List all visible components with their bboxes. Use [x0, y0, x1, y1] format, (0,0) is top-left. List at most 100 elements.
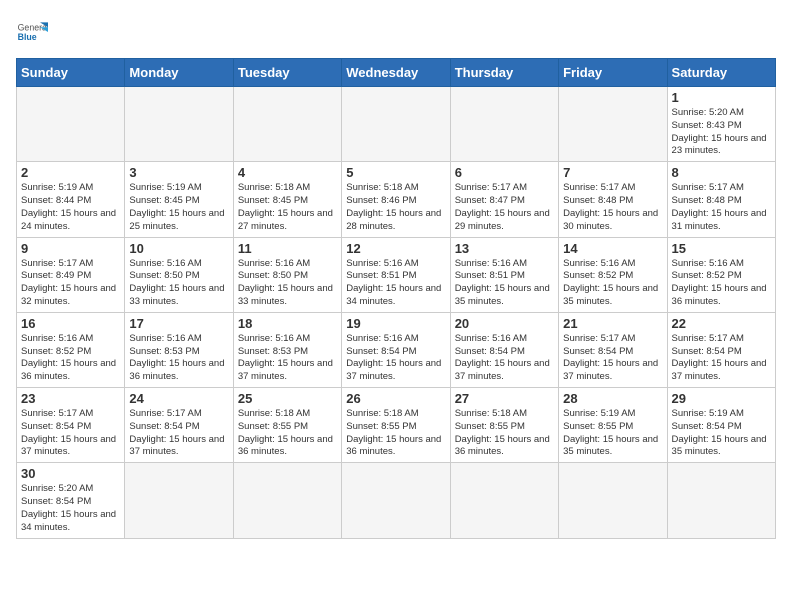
calendar-cell: 30 Sunrise: 5:20 AM Sunset: 8:54 PM Dayli… [17, 463, 125, 538]
calendar-cell [342, 463, 450, 538]
day-number: 8 [672, 165, 771, 180]
calendar-cell: 3Sunrise: 5:19 AM Sunset: 8:45 PM Daylig… [125, 162, 233, 237]
day-number: 5 [346, 165, 445, 180]
day-info: Sunrise: 5:17 AM Sunset: 8:54 PM Dayligh… [563, 333, 662, 384]
weekday-header-row: SundayMondayTuesdayWednesdayThursdayFrid… [17, 59, 776, 87]
weekday-header-tuesday: Tuesday [233, 59, 341, 87]
day-number: 7 [563, 165, 662, 180]
day-info: Sunrise: 5:18 AM Sunset: 8:55 PM Dayligh… [455, 408, 554, 459]
calendar-cell: 15 Sunrise: 5:16 AM Sunset: 8:52 PM Dayli… [667, 237, 775, 312]
weekday-header-sunday: Sunday [17, 59, 125, 87]
calendar-week-4: 23 Sunrise: 5:17 AM Sunset: 8:54 PM Dayli… [17, 388, 776, 463]
calendar-cell: 14 Sunrise: 5:16 AM Sunset: 8:52 PM Dayli… [559, 237, 667, 312]
calendar-cell: 19 Sunrise: 5:16 AM Sunset: 8:54 PM Dayli… [342, 312, 450, 387]
day-info: Sunrise: 5:18 AM Sunset: 8:45 PM Dayligh… [238, 182, 337, 233]
day-number: 9 [21, 241, 120, 256]
day-info: Sunrise: 5:16 AM Sunset: 8:50 PM Dayligh… [238, 258, 337, 309]
day-info: Sunrise: 5:18 AM Sunset: 8:55 PM Dayligh… [346, 408, 445, 459]
day-info: Sunrise: 5:16 AM Sunset: 8:52 PM Dayligh… [672, 258, 771, 309]
calendar-cell: 21 Sunrise: 5:17 AM Sunset: 8:54 PM Dayli… [559, 312, 667, 387]
day-number: 21 [563, 316, 662, 331]
calendar-week-2: 9 Sunrise: 5:17 AM Sunset: 8:49 PM Daylig… [17, 237, 776, 312]
calendar-cell: 29 Sunrise: 5:19 AM Sunset: 8:54 PM Dayli… [667, 388, 775, 463]
calendar-cell: 23 Sunrise: 5:17 AM Sunset: 8:54 PM Dayli… [17, 388, 125, 463]
day-number: 26 [346, 391, 445, 406]
calendar-cell: 8Sunrise: 5:17 AM Sunset: 8:48 PM Daylig… [667, 162, 775, 237]
day-number: 2 [21, 165, 120, 180]
calendar-cell: 11 Sunrise: 5:16 AM Sunset: 8:50 PM Dayli… [233, 237, 341, 312]
day-number: 24 [129, 391, 228, 406]
day-number: 19 [346, 316, 445, 331]
day-number: 10 [129, 241, 228, 256]
calendar-week-3: 16Sunrise: 5:16 AM Sunset: 8:52 PM Dayli… [17, 312, 776, 387]
calendar-cell: 4 Sunrise: 5:18 AM Sunset: 8:45 PM Daylig… [233, 162, 341, 237]
calendar-cell: 28 Sunrise: 5:19 AM Sunset: 8:55 PM Dayli… [559, 388, 667, 463]
calendar-cell: 10 Sunrise: 5:16 AM Sunset: 8:50 PM Dayli… [125, 237, 233, 312]
calendar-cell: 6 Sunrise: 5:17 AM Sunset: 8:47 PM Daylig… [450, 162, 558, 237]
calendar-cell [667, 463, 775, 538]
calendar-cell: 22 Sunrise: 5:17 AM Sunset: 8:54 PM Dayli… [667, 312, 775, 387]
calendar-cell: 5 Sunrise: 5:18 AM Sunset: 8:46 PM Daylig… [342, 162, 450, 237]
calendar-cell: 20Sunrise: 5:16 AM Sunset: 8:54 PM Dayli… [450, 312, 558, 387]
weekday-header-wednesday: Wednesday [342, 59, 450, 87]
day-info: Sunrise: 5:17 AM Sunset: 8:49 PM Dayligh… [21, 258, 120, 309]
day-number: 15 [672, 241, 771, 256]
day-info: Sunrise: 5:18 AM Sunset: 8:46 PM Dayligh… [346, 182, 445, 233]
day-info: Sunrise: 5:17 AM Sunset: 8:47 PM Dayligh… [455, 182, 554, 233]
calendar-cell: 27Sunrise: 5:18 AM Sunset: 8:55 PM Dayli… [450, 388, 558, 463]
day-number: 13 [455, 241, 554, 256]
day-info: Sunrise: 5:16 AM Sunset: 8:52 PM Dayligh… [563, 258, 662, 309]
calendar-cell [233, 87, 341, 162]
calendar-cell [17, 87, 125, 162]
day-info: Sunrise: 5:20 AM Sunset: 8:43 PM Dayligh… [672, 107, 771, 158]
calendar-cell [450, 87, 558, 162]
day-info: Sunrise: 5:17 AM Sunset: 8:54 PM Dayligh… [672, 333, 771, 384]
day-info: Sunrise: 5:20 AM Sunset: 8:54 PM Dayligh… [21, 483, 120, 534]
calendar-cell: 16Sunrise: 5:16 AM Sunset: 8:52 PM Dayli… [17, 312, 125, 387]
calendar-cell [559, 87, 667, 162]
day-info: Sunrise: 5:16 AM Sunset: 8:51 PM Dayligh… [455, 258, 554, 309]
calendar-cell: 18Sunrise: 5:16 AM Sunset: 8:53 PM Dayli… [233, 312, 341, 387]
day-number: 25 [238, 391, 337, 406]
day-info: Sunrise: 5:17 AM Sunset: 8:48 PM Dayligh… [563, 182, 662, 233]
day-number: 4 [238, 165, 337, 180]
day-number: 23 [21, 391, 120, 406]
day-info: Sunrise: 5:18 AM Sunset: 8:55 PM Dayligh… [238, 408, 337, 459]
calendar-cell [559, 463, 667, 538]
day-number: 22 [672, 316, 771, 331]
day-info: Sunrise: 5:19 AM Sunset: 8:54 PM Dayligh… [672, 408, 771, 459]
calendar-week-0: 1 Sunrise: 5:20 AM Sunset: 8:43 PM Daylig… [17, 87, 776, 162]
day-info: Sunrise: 5:17 AM Sunset: 8:54 PM Dayligh… [21, 408, 120, 459]
day-number: 29 [672, 391, 771, 406]
day-info: Sunrise: 5:16 AM Sunset: 8:54 PM Dayligh… [455, 333, 554, 384]
day-number: 12 [346, 241, 445, 256]
day-number: 1 [672, 90, 771, 105]
day-number: 30 [21, 466, 120, 481]
calendar-cell: 7 Sunrise: 5:17 AM Sunset: 8:48 PM Daylig… [559, 162, 667, 237]
day-number: 11 [238, 241, 337, 256]
day-info: Sunrise: 5:16 AM Sunset: 8:51 PM Dayligh… [346, 258, 445, 309]
calendar-cell: 13 Sunrise: 5:16 AM Sunset: 8:51 PM Dayli… [450, 237, 558, 312]
weekday-header-friday: Friday [559, 59, 667, 87]
calendar-cell: 1 Sunrise: 5:20 AM Sunset: 8:43 PM Daylig… [667, 87, 775, 162]
weekday-header-thursday: Thursday [450, 59, 558, 87]
logo: General Blue [16, 16, 48, 48]
calendar-cell [125, 87, 233, 162]
weekday-header-saturday: Saturday [667, 59, 775, 87]
day-info: Sunrise: 5:16 AM Sunset: 8:50 PM Dayligh… [129, 258, 228, 309]
day-number: 28 [563, 391, 662, 406]
calendar-week-5: 30 Sunrise: 5:20 AM Sunset: 8:54 PM Dayli… [17, 463, 776, 538]
day-number: 18 [238, 316, 337, 331]
day-number: 6 [455, 165, 554, 180]
day-number: 14 [563, 241, 662, 256]
svg-text:Blue: Blue [18, 32, 37, 42]
day-info: Sunrise: 5:17 AM Sunset: 8:54 PM Dayligh… [129, 408, 228, 459]
day-info: Sunrise: 5:16 AM Sunset: 8:54 PM Dayligh… [346, 333, 445, 384]
calendar-cell: 9 Sunrise: 5:17 AM Sunset: 8:49 PM Daylig… [17, 237, 125, 312]
calendar-cell [125, 463, 233, 538]
logo-icon: General Blue [16, 16, 48, 48]
day-info: Sunrise: 5:19 AM Sunset: 8:45 PM Dayligh… [129, 182, 228, 233]
weekday-header-monday: Monday [125, 59, 233, 87]
calendar-cell: 17Sunrise: 5:16 AM Sunset: 8:53 PM Dayli… [125, 312, 233, 387]
day-info: Sunrise: 5:19 AM Sunset: 8:55 PM Dayligh… [563, 408, 662, 459]
